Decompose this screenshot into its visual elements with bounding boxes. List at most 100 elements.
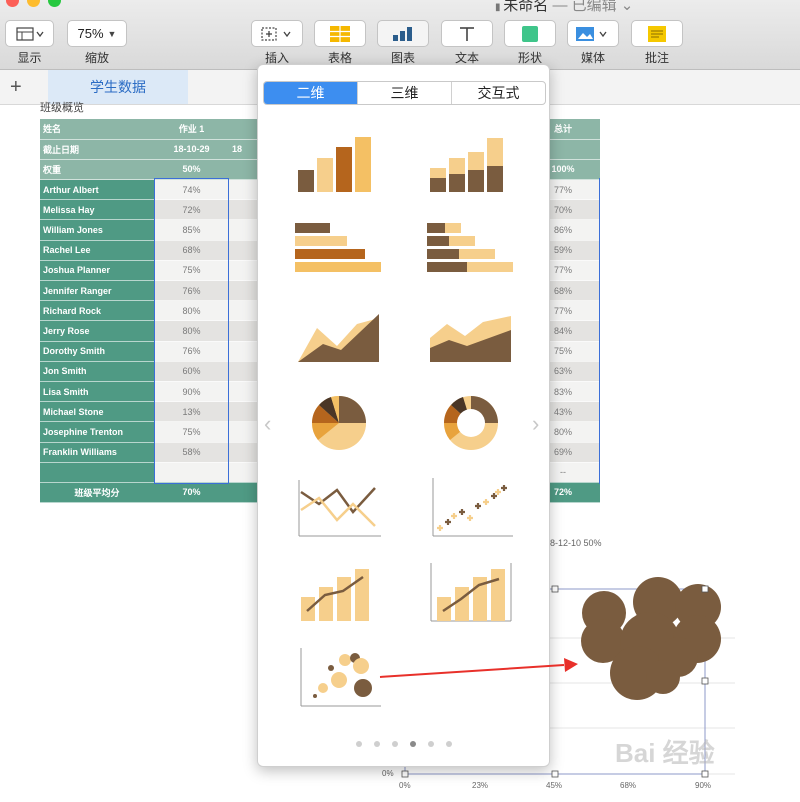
x-axis-tick: 90% bbox=[695, 781, 712, 790]
student-name-cell[interactable]: Michael Stone bbox=[40, 401, 154, 423]
table-button[interactable] bbox=[314, 20, 366, 47]
page-dot[interactable] bbox=[356, 741, 362, 747]
media-button[interactable] bbox=[567, 20, 619, 47]
annotation-arrow bbox=[379, 658, 578, 678]
column-chart-option[interactable] bbox=[293, 130, 385, 202]
document-title: ▮ 未命名 — 已编辑 ⌄ bbox=[495, 0, 633, 15]
bubbles bbox=[581, 577, 721, 700]
student-name-cell[interactable]: William Jones bbox=[40, 219, 154, 241]
tab-3d[interactable]: 三维 bbox=[357, 82, 451, 104]
x-axis-tick: 45% bbox=[546, 781, 563, 790]
student-name-cell[interactable]: Joshua Planner bbox=[40, 260, 154, 282]
student-name-cell[interactable] bbox=[40, 462, 154, 483]
y-axis-tick: 0% bbox=[382, 769, 394, 778]
page-dot[interactable] bbox=[374, 741, 380, 747]
stacked-bar-chart-option[interactable] bbox=[425, 215, 517, 287]
column-selection-outline bbox=[154, 178, 229, 484]
assignment-1-date[interactable]: 18-10-29 bbox=[154, 139, 229, 160]
page-dot[interactable] bbox=[446, 741, 452, 747]
pie-chart-option[interactable] bbox=[293, 385, 385, 457]
student-name-cell[interactable]: Rachel Lee bbox=[40, 240, 154, 261]
bar-chart-option[interactable] bbox=[293, 215, 385, 287]
scatter-chart-option[interactable] bbox=[425, 470, 517, 542]
document-status: — 已编辑 ⌄ bbox=[552, 0, 634, 14]
footer-assignment-1[interactable]: 70% bbox=[154, 482, 229, 504]
student-name-cell[interactable]: Josephine Trenton bbox=[40, 421, 154, 443]
header-weight-label[interactable]: 权重 bbox=[40, 159, 154, 181]
resize-handle[interactable] bbox=[551, 770, 559, 778]
sheet-title: 班级概览 bbox=[40, 102, 84, 114]
header-name[interactable]: 姓名 bbox=[40, 119, 154, 140]
student-name-cell[interactable]: Richard Rock bbox=[40, 300, 154, 322]
page-dot-current[interactable] bbox=[410, 741, 416, 747]
stacked-column-chart-option[interactable] bbox=[425, 130, 517, 202]
chart-button[interactable] bbox=[377, 20, 429, 47]
resize-handle[interactable] bbox=[701, 677, 709, 685]
media-icon bbox=[575, 26, 611, 42]
header-assignment-1[interactable]: 作业 1 bbox=[154, 119, 229, 140]
student-name-cell[interactable]: Arthur Albert bbox=[40, 179, 154, 201]
stacked-area-chart-option[interactable] bbox=[425, 300, 517, 372]
zoom-value: 75% bbox=[77, 26, 104, 41]
assignment-1-weight[interactable]: 50% bbox=[154, 159, 229, 181]
comment-icon bbox=[648, 25, 666, 42]
comment-button[interactable] bbox=[631, 20, 683, 47]
resize-handle[interactable] bbox=[701, 585, 709, 593]
shape-icon bbox=[521, 25, 539, 43]
table-icon bbox=[330, 25, 350, 42]
two-axis-chart-option[interactable] bbox=[425, 555, 517, 627]
mixed-chart-option[interactable] bbox=[293, 555, 385, 627]
page-dot[interactable] bbox=[392, 741, 398, 747]
app-window: ▮ 未命名 — 已编辑 ⌄ 显示 75% ▼ 缩放 插入 表格 图表 文本 形状… bbox=[0, 0, 800, 802]
view-label: 显示 bbox=[17, 51, 42, 65]
page-indicator bbox=[356, 741, 452, 747]
header-date-label[interactable]: 截止日期 bbox=[40, 139, 154, 160]
page-dot[interactable] bbox=[428, 741, 434, 747]
resize-handle[interactable] bbox=[701, 770, 709, 778]
x-axis-tick: 23% bbox=[472, 781, 489, 790]
document-name: 未命名 bbox=[503, 0, 549, 14]
chart-dimension-tabs: 二维 三维 交互式 bbox=[263, 81, 546, 105]
zoom-label: 缩放 bbox=[84, 51, 109, 65]
x-axis-tick: 0% bbox=[399, 781, 411, 790]
student-name-cell[interactable]: Jennifer Ranger bbox=[40, 280, 154, 302]
chart-note: 18-12-10 50% bbox=[545, 538, 602, 548]
shape-button[interactable] bbox=[504, 20, 556, 47]
watermark: Bai 经验 bbox=[615, 738, 715, 768]
toolbar: ▮ 未命名 — 已编辑 ⌄ 显示 75% ▼ 缩放 插入 表格 图表 文本 形状… bbox=[0, 0, 800, 70]
zoom-select[interactable]: 75% ▼ bbox=[67, 20, 127, 47]
sidebar-icon bbox=[15, 26, 44, 41]
student-name-cell[interactable]: Jerry Rose bbox=[40, 320, 154, 342]
area-chart-option[interactable] bbox=[293, 300, 385, 372]
student-name-cell[interactable]: Jon Smith bbox=[40, 361, 154, 382]
text-button[interactable] bbox=[441, 20, 493, 47]
x-axis-tick: 68% bbox=[620, 781, 637, 790]
zoom-window-button[interactable] bbox=[48, 0, 61, 7]
comment-label: 批注 bbox=[644, 51, 669, 65]
student-name-cell[interactable]: Dorothy Smith bbox=[40, 341, 154, 362]
view-button[interactable] bbox=[5, 20, 54, 47]
text-icon bbox=[458, 26, 476, 42]
footer-label[interactable]: 班级平均分 bbox=[40, 482, 154, 504]
tab-interactive[interactable]: 交互式 bbox=[451, 82, 545, 104]
student-name-cell[interactable]: Franklin Williams bbox=[40, 442, 154, 463]
bubble[interactable] bbox=[646, 660, 680, 694]
line-chart-option[interactable] bbox=[293, 470, 385, 542]
student-name-cell[interactable]: Melissa Hay bbox=[40, 199, 154, 221]
tab-2d[interactable]: 二维 bbox=[264, 82, 357, 104]
resize-handle[interactable] bbox=[551, 585, 559, 593]
resize-handle[interactable] bbox=[401, 770, 409, 778]
insert-button[interactable] bbox=[251, 20, 303, 47]
donut-chart-option[interactable] bbox=[425, 385, 517, 457]
next-page-icon[interactable]: › bbox=[532, 411, 539, 437]
student-name-cell[interactable]: Lisa Smith bbox=[40, 381, 154, 403]
close-window-button[interactable] bbox=[6, 0, 19, 7]
previous-page-icon[interactable]: ‹ bbox=[264, 411, 271, 437]
total-selection-outline bbox=[549, 178, 600, 484]
media-label: 媒体 bbox=[580, 51, 605, 65]
bubble-chart-option[interactable] bbox=[293, 640, 385, 712]
chart-icon bbox=[392, 26, 414, 42]
minimize-window-button[interactable] bbox=[27, 0, 40, 7]
add-sheet-button[interactable]: + bbox=[10, 76, 22, 99]
insert-icon bbox=[259, 26, 295, 42]
